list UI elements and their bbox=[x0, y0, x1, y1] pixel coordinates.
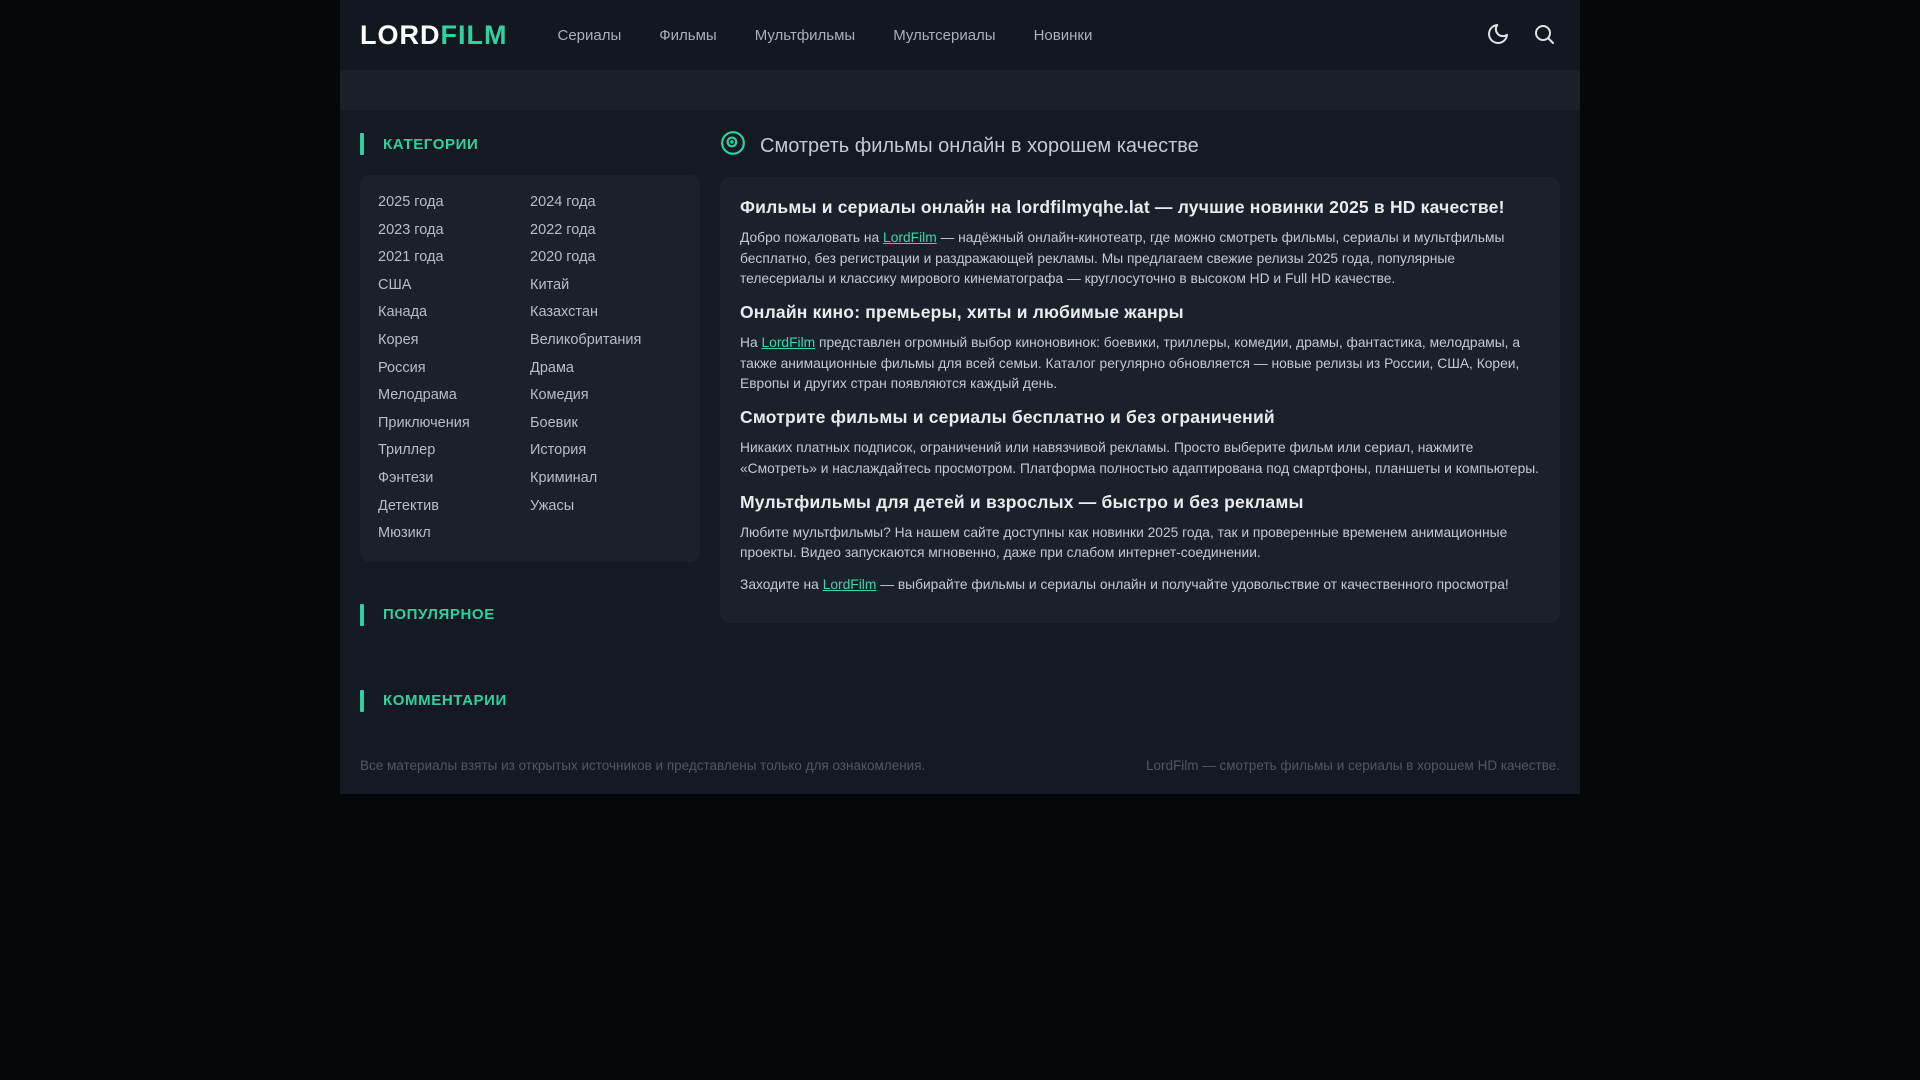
categories-card: 2025 года 2024 года 2023 года 2022 года … bbox=[360, 175, 700, 562]
seo-closing-paragraph: Заходите на LordFilm — выбирайте фильмы … bbox=[740, 575, 1540, 596]
nav-item-multserialy[interactable]: Мультсериалы bbox=[893, 27, 995, 44]
main: Смотреть фильмы онлайн в хорошем качеств… bbox=[720, 133, 1560, 712]
category-link[interactable]: Великобритания bbox=[530, 327, 682, 355]
subbar bbox=[340, 70, 1580, 110]
comments-title: КОММЕНТАРИИ bbox=[360, 690, 700, 712]
category-link[interactable]: Триллер bbox=[378, 437, 530, 465]
paragraph-text: Никаких платных подписок, ограничений ил… bbox=[740, 440, 1539, 476]
category-link[interactable]: 2024 года bbox=[530, 189, 682, 217]
category-link[interactable]: Мюзикл bbox=[378, 520, 530, 548]
search-icon bbox=[1532, 22, 1556, 49]
category-link[interactable]: Мелодрама bbox=[378, 382, 530, 410]
theme-toggle-button[interactable] bbox=[1482, 18, 1514, 53]
logo-part-lord: LORD bbox=[360, 20, 441, 50]
category-link[interactable]: 2022 года bbox=[530, 217, 682, 245]
lordfilm-link[interactable]: LordFilm bbox=[883, 230, 937, 245]
category-link[interactable]: История bbox=[530, 437, 682, 465]
content: КАТЕГОРИИ 2025 года 2024 года 2023 года … bbox=[340, 110, 1580, 712]
header-actions bbox=[1482, 18, 1560, 53]
seo-heading: Онлайн кино: премьеры, хиты и любимые жа… bbox=[740, 302, 1540, 323]
search-button[interactable] bbox=[1528, 18, 1560, 53]
page-title: Смотреть фильмы онлайн в хорошем качеств… bbox=[720, 133, 1560, 159]
category-link[interactable]: 2020 года bbox=[530, 244, 682, 272]
seo-card: Фильмы и сериалы онлайн на lordfilmyqhe.… bbox=[720, 177, 1560, 623]
category-link[interactable]: Казахстан bbox=[530, 299, 682, 327]
category-link[interactable]: Криминал bbox=[530, 465, 682, 493]
logo[interactable]: LORDFILM bbox=[360, 20, 507, 51]
paragraph-text: Заходите на bbox=[740, 577, 823, 592]
paragraph-text: Любите мультфильмы? На нашем сайте досту… bbox=[740, 525, 1507, 561]
category-link[interactable]: Фэнтези bbox=[378, 465, 530, 493]
nav-item-filmy[interactable]: Фильмы bbox=[659, 27, 716, 44]
lordfilm-link[interactable]: LordFilm bbox=[761, 335, 815, 350]
seo-heading: Смотрите фильмы и сериалы бесплатно и бе… bbox=[740, 407, 1540, 428]
category-link[interactable]: 2021 года bbox=[378, 244, 530, 272]
category-link[interactable]: 2025 года bbox=[378, 189, 530, 217]
popular-title: ПОПУЛЯРНОЕ bbox=[360, 604, 700, 626]
seo-paragraph: Любите мультфильмы? На нашем сайте досту… bbox=[740, 523, 1540, 564]
category-link[interactable]: Драма bbox=[530, 355, 682, 383]
category-link[interactable]: 2023 года bbox=[378, 217, 530, 245]
sidebar: КАТЕГОРИИ 2025 года 2024 года 2023 года … bbox=[360, 133, 700, 712]
footer: Все материалы взяты из открытых источник… bbox=[340, 712, 1580, 794]
lordfilm-link[interactable]: LordFilm bbox=[823, 577, 877, 592]
paragraph-text: — выбирайте фильмы и сериалы онлайн и по… bbox=[876, 577, 1508, 592]
category-link[interactable]: Комедия bbox=[530, 382, 682, 410]
paragraph-text: Добро пожаловать на bbox=[740, 230, 883, 245]
category-link[interactable]: США bbox=[378, 272, 530, 300]
categories-title: КАТЕГОРИИ bbox=[360, 133, 700, 155]
category-link[interactable]: Боевик bbox=[530, 410, 682, 438]
paragraph-text: На bbox=[740, 335, 761, 350]
category-link[interactable]: Корея bbox=[378, 327, 530, 355]
seo-paragraph: На LordFilm представлен огромный выбор к… bbox=[740, 333, 1540, 395]
footer-tagline: LordFilm — смотреть фильмы и сериалы в х… bbox=[1146, 758, 1560, 773]
page-title-text: Смотреть фильмы онлайн в хорошем качеств… bbox=[760, 135, 1199, 158]
seo-paragraph: Никаких платных подписок, ограничений ил… bbox=[740, 438, 1540, 479]
category-link[interactable]: Китай bbox=[530, 272, 682, 300]
seo-paragraph: Добро пожаловать на LordFilm — надёжный … bbox=[740, 228, 1540, 290]
moon-icon bbox=[1486, 22, 1510, 49]
category-link[interactable]: Детектив bbox=[378, 493, 530, 521]
page-container: LORDFILM Сериалы Фильмы Мультфильмы Муль… bbox=[340, 0, 1580, 794]
logo-part-film: FILM bbox=[441, 20, 508, 50]
nav-item-serialy[interactable]: Сериалы bbox=[557, 27, 621, 44]
category-link[interactable]: Канада bbox=[378, 299, 530, 327]
category-link[interactable]: Ужасы bbox=[530, 493, 682, 521]
category-link[interactable]: Россия bbox=[378, 355, 530, 383]
seo-heading: Фильмы и сериалы онлайн на lordfilmyqhe.… bbox=[740, 197, 1540, 218]
paragraph-text: представлен огромный выбор киноновинок: … bbox=[740, 335, 1520, 391]
footer-disclaimer: Все материалы взяты из открытых источник… bbox=[360, 758, 925, 773]
nav-item-novinki[interactable]: Новинки bbox=[1034, 27, 1093, 44]
disc-icon bbox=[720, 130, 746, 162]
category-link[interactable]: Приключения bbox=[378, 410, 530, 438]
seo-heading: Мультфильмы для детей и взрослых — быстр… bbox=[740, 492, 1540, 513]
main-nav: Сериалы Фильмы Мультфильмы Мультсериалы … bbox=[557, 27, 1092, 44]
header: LORDFILM Сериалы Фильмы Мультфильмы Муль… bbox=[340, 0, 1580, 70]
nav-item-multfilmy[interactable]: Мультфильмы bbox=[755, 27, 855, 44]
